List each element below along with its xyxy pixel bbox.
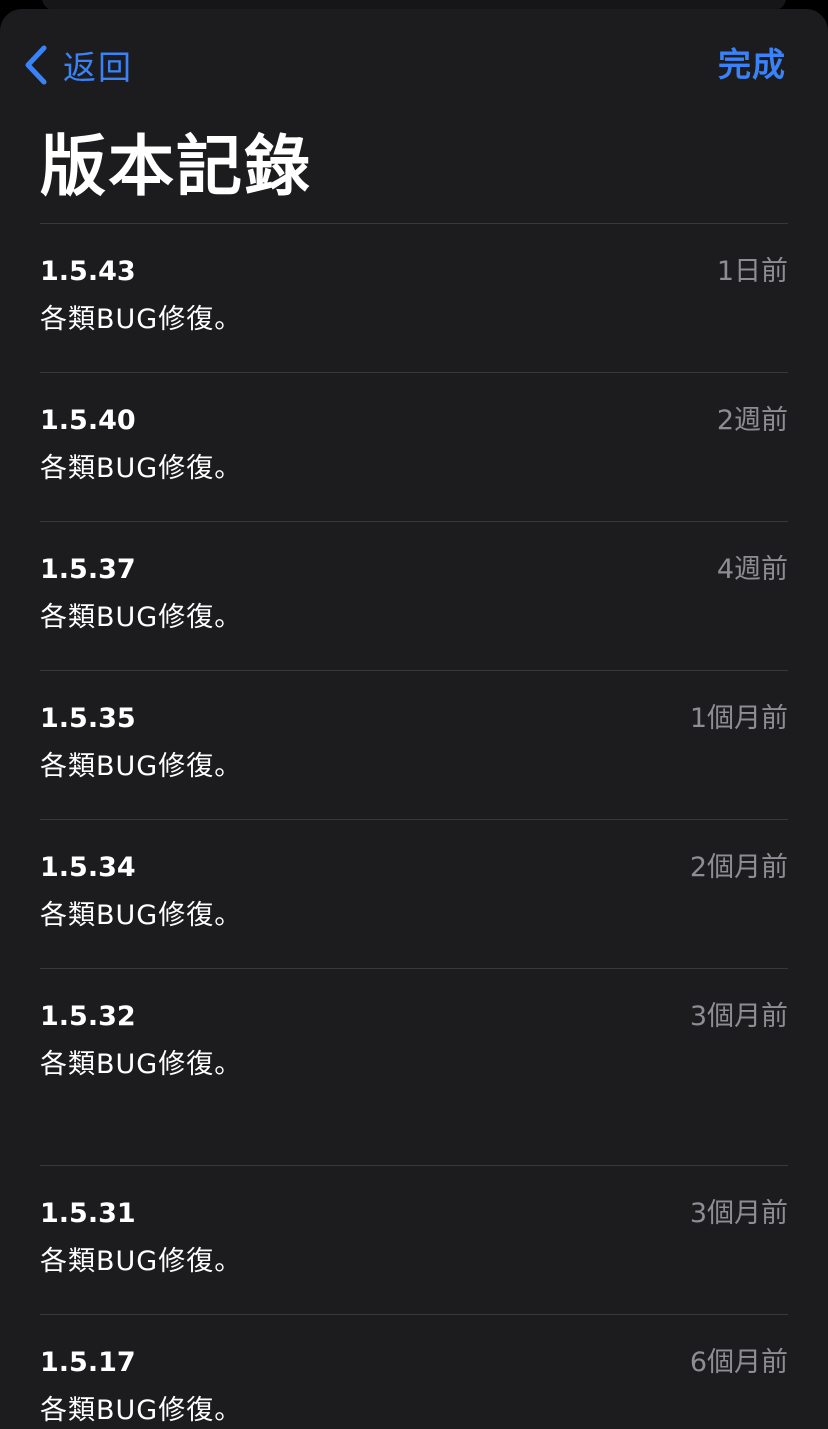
release-row: 1.5.35 1個月前 各類BUG修復。 [40, 670, 788, 819]
release-row: 1.5.31 3個月前 各類BUG修復。 [40, 1165, 788, 1314]
page-title: 版本記錄 [40, 128, 312, 205]
release-version: 1.5.35 [40, 703, 136, 734]
release-version: 1.5.37 [40, 554, 136, 585]
release-version: 1.5.40 [40, 405, 136, 436]
back-button[interactable]: 返回 [24, 42, 133, 88]
release-date: 3個月前 [689, 1001, 788, 1032]
navigation-bar: 返回 完成 [0, 9, 828, 119]
release-row: 1.5.37 4週前 各類BUG修復。 [40, 521, 788, 670]
release-notes: 各類BUG修復。 [40, 304, 243, 335]
release-version: 1.5.34 [40, 852, 136, 883]
release-date: 3個月前 [689, 1198, 788, 1229]
release-date: 1日前 [716, 256, 788, 287]
done-button[interactable]: 完成 [718, 42, 786, 88]
release-row: 1.5.40 2週前 各類BUG修復。 [40, 372, 788, 521]
release-version: 1.5.43 [40, 256, 136, 287]
release-row: 1.5.43 1日前 各類BUG修復。 [40, 223, 788, 372]
release-notes: 各類BUG修復。 [40, 453, 243, 484]
release-version: 1.5.31 [40, 1198, 136, 1229]
back-button-label: 返回 [63, 48, 133, 87]
release-date: 2個月前 [689, 852, 788, 883]
release-notes: 各類BUG修復。 [40, 602, 243, 633]
release-version: 1.5.17 [40, 1347, 136, 1378]
release-date: 1個月前 [689, 703, 788, 734]
release-notes: 各類BUG修復。 [40, 751, 243, 782]
release-notes: 各類BUG修復。 [40, 1395, 243, 1426]
release-list: 1.5.43 1日前 各類BUG修復。 1.5.40 2週前 各類BUG修復。 … [40, 223, 788, 1429]
release-row: 1.5.34 2個月前 各類BUG修復。 [40, 819, 788, 968]
release-row: 1.5.32 3個月前 各類BUG修復。 [40, 968, 788, 1165]
chevron-left-icon [24, 45, 48, 85]
release-notes: 各類BUG修復。 [40, 1246, 243, 1277]
release-date: 6個月前 [689, 1347, 788, 1378]
release-date: 2週前 [716, 405, 788, 436]
release-date: 4週前 [716, 554, 788, 585]
release-notes: 各類BUG修復。 [40, 1049, 243, 1080]
release-notes: 各類BUG修復。 [40, 900, 243, 931]
version-history-sheet: 返回 完成 版本記錄 1.5.43 1日前 各類BUG修復。 1.5.40 2週… [0, 9, 828, 1429]
release-version: 1.5.32 [40, 1001, 136, 1032]
release-row: 1.5.17 6個月前 各類BUG修復。 [40, 1314, 788, 1429]
